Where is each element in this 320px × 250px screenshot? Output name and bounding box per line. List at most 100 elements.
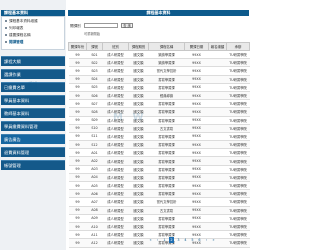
col-term[interactable]: 課程期別 [128, 42, 149, 51]
table-cell: 成人研習型 [102, 238, 129, 248]
table-cell: S08 [86, 107, 103, 117]
table-row[interactable]: 99 A03 成人研習型 國文類 書寫學習課 99XX TU研習學院 [68, 165, 250, 174]
col-year[interactable]: 開課年份 [68, 42, 87, 51]
table-cell: TU研習學院 [226, 206, 250, 215]
table-row[interactable]: 99 S04 成人研習型 國文類 書寫學習課 99XX TU研習學院 [68, 75, 250, 84]
table-row[interactable]: 99 S03 成人研習型 國文類 當代文學賞析 99XX TU研習學院 [68, 66, 250, 76]
sub-item-print-report[interactable]: 列印報表 [5, 25, 23, 32]
table-cell: TU研習學院 [226, 230, 250, 240]
menu-refund[interactable]: 退費資料管理 [1, 147, 65, 157]
table-cell: 99XX [184, 58, 209, 68]
table-row[interactable]: 99 S05 成人研習型 國文類 書寫學習課 99XX TU研習學院 [68, 83, 250, 92]
table-cell: A04 [86, 173, 103, 183]
page-link[interactable]: 3 [176, 237, 181, 243]
table-cell: 99XX [184, 66, 209, 76]
table-cell: S09 [86, 116, 103, 125]
table-cell [208, 165, 227, 174]
col-date[interactable]: 開課日期 [184, 42, 209, 51]
table-row[interactable]: 99 S11 成人研習型 國文類 書寫學習課 99XX TU研習學院 [68, 132, 250, 142]
table-cell: 國文類 [128, 83, 149, 92]
menu-student-info[interactable]: 學員基本資料 [1, 95, 65, 105]
query-button[interactable]: 查 詢 [121, 23, 133, 28]
table-cell: TU研習學院 [226, 116, 250, 125]
table-cell: S12 [86, 140, 103, 150]
menu-teacher-info[interactable]: 教師基本資料 [1, 108, 65, 118]
table-row[interactable]: 99 A05 成人研習型 國文類 書寫學習課 99XX TU研習學院 [68, 181, 250, 191]
page-link[interactable]: › [204, 237, 209, 243]
table-cell: TU研習學院 [226, 99, 250, 109]
table-row[interactable]: 99 A02 成人研習型 國文類 書寫學習課 99XX TU研習學院 [68, 156, 250, 166]
menu-student-payment[interactable]: 學員繳費資料管理 [1, 121, 65, 131]
table-cell: S04 [86, 75, 103, 84]
table-row[interactable]: 99 S10 成人研習型 國文類 古文書寫 99XX TU研習學院 [68, 124, 250, 133]
table-cell [208, 214, 227, 223]
table-row[interactable]: 99 A08 成人研習型 國文類 古文書寫 99XX TU研習學院 [68, 206, 250, 215]
sub-item-build-course-name[interactable]: 建置課程名稱 [5, 32, 31, 39]
table-cell: 成人研習型 [102, 132, 129, 142]
table-cell: 成人研習型 [102, 148, 129, 158]
page-link[interactable]: 2 [169, 237, 174, 243]
table-cell: 書寫學習課 [148, 173, 185, 183]
table-row[interactable]: 99 S12 成人研習型 國文類 書寫學習課 99XX TU研習學院 [68, 140, 250, 150]
table-row[interactable]: 99 S07 成人研習型 國文類 書寫學習課 99XX TU研習學院 [68, 99, 250, 109]
menu-account[interactable]: 帳號管理 [1, 160, 65, 170]
bullet-icon [5, 34, 7, 36]
page-link[interactable]: » [211, 237, 216, 243]
table-cell: 成人研習型 [102, 173, 129, 183]
table-cell: 99XX [184, 132, 209, 142]
col-code[interactable]: 課號 [86, 42, 103, 51]
col-name[interactable]: 課程名稱 [148, 42, 185, 51]
table-row[interactable]: 99 S08 成人研習型 國文類 書寫學習課 99XX TU研習學院 [68, 107, 250, 117]
table-cell: 99XX [184, 140, 209, 150]
page-link[interactable]: « [148, 237, 153, 243]
page-link[interactable]: 1 [162, 237, 167, 243]
table-cell: 書寫學習課 [148, 107, 185, 117]
table-cell: 國文類 [128, 238, 149, 248]
table-cell: 成人研習型 [102, 91, 129, 101]
menu-course-selection[interactable]: 選課作業 [1, 69, 65, 79]
table-cell [208, 66, 227, 76]
table-cell: 成人研習型 [102, 66, 129, 76]
table-cell: 99 [68, 197, 87, 207]
table-cell: A06 [86, 189, 103, 199]
col-organizer[interactable]: 承辦 [226, 42, 250, 51]
table-row[interactable]: 99 A07 成人研習型 國文類 當代文學賞析 99XX TU研習學院 [68, 197, 250, 207]
table-cell: TU研習學院 [226, 66, 250, 76]
page-link[interactable]: 6 [197, 237, 202, 243]
table-row[interactable]: 99 S09 成人研習型 國文類 書寫學習課 99XX TU研習學院 [68, 116, 250, 125]
sidebar: 課程基本資料 課程基本資料維護 列印報表 建置課程名稱 開課管理 課程大綱 選課… [0, 0, 66, 250]
table-cell: 99 [68, 99, 87, 109]
sub-item-course-open-manage[interactable]: 開課管理 [5, 39, 23, 46]
page-link[interactable]: 5 [190, 237, 195, 243]
table-cell [208, 173, 227, 183]
table-cell: 99XX [184, 83, 209, 92]
menu-advertising[interactable]: 廣告廣告 [1, 134, 65, 144]
table-cell: A05 [86, 181, 103, 191]
table-row[interactable]: 99 A10 成人研習型 國文類 書寫學習課 99XX TU研習學院 [68, 222, 250, 232]
table-cell: TU研習學院 [226, 107, 250, 117]
table-row[interactable]: 99 S01 成人研習型 國文類 樂讀學習課 99XX TU研習學院 [68, 50, 250, 60]
menu-course-outline[interactable]: 課程大綱 [1, 56, 65, 66]
table-cell: 99XX [184, 99, 209, 109]
table-row[interactable]: 99 A01 成人研習型 國文類 書寫學習課 99XX TU研習學院 [68, 148, 250, 158]
category-select[interactable] [84, 23, 118, 28]
sub-item-label: 課程基本資料維護 [9, 19, 38, 23]
table-row[interactable]: 99 A09 成人研習型 國文類 書寫學習課 99XX TU研習學院 [68, 214, 250, 223]
page-link[interactable]: 4 [183, 237, 188, 243]
table-cell: 99 [68, 58, 87, 68]
table-row[interactable]: 99 S06 成人研習型 國文類 經典導讀 99XX TU研習學院 [68, 91, 250, 101]
table-row[interactable]: 99 A06 成人研習型 國文類 書寫學習課 99XX TU研習學院 [68, 189, 250, 199]
course-table: 開課年份 課號 班別 課程期別 課程名稱 開課日期 報名總額 承辦 99 S01 成… [68, 42, 250, 248]
table-cell: 樂讀學習課 [148, 50, 185, 60]
col-quota[interactable]: 報名總額 [208, 42, 227, 51]
col-class[interactable]: 班別 [102, 42, 129, 51]
page-link[interactable]: ‹ [155, 237, 160, 243]
table-row[interactable]: 99 S02 成人研習型 國文類 樂讀學習課 99XX TU研習學院 [68, 58, 250, 68]
table-cell: TU研習學院 [226, 140, 250, 150]
table-row[interactable]: 99 A04 成人研習型 國文類 書寫學習課 99XX TU研習學院 [68, 173, 250, 183]
table-cell: 99XX [184, 181, 209, 191]
table-cell: 99XX [184, 75, 209, 84]
sub-item-course-maintain[interactable]: 課程基本資料維護 [5, 18, 38, 25]
watermark-letter: W [132, 112, 144, 123]
table-cell: 成人研習型 [102, 230, 129, 240]
